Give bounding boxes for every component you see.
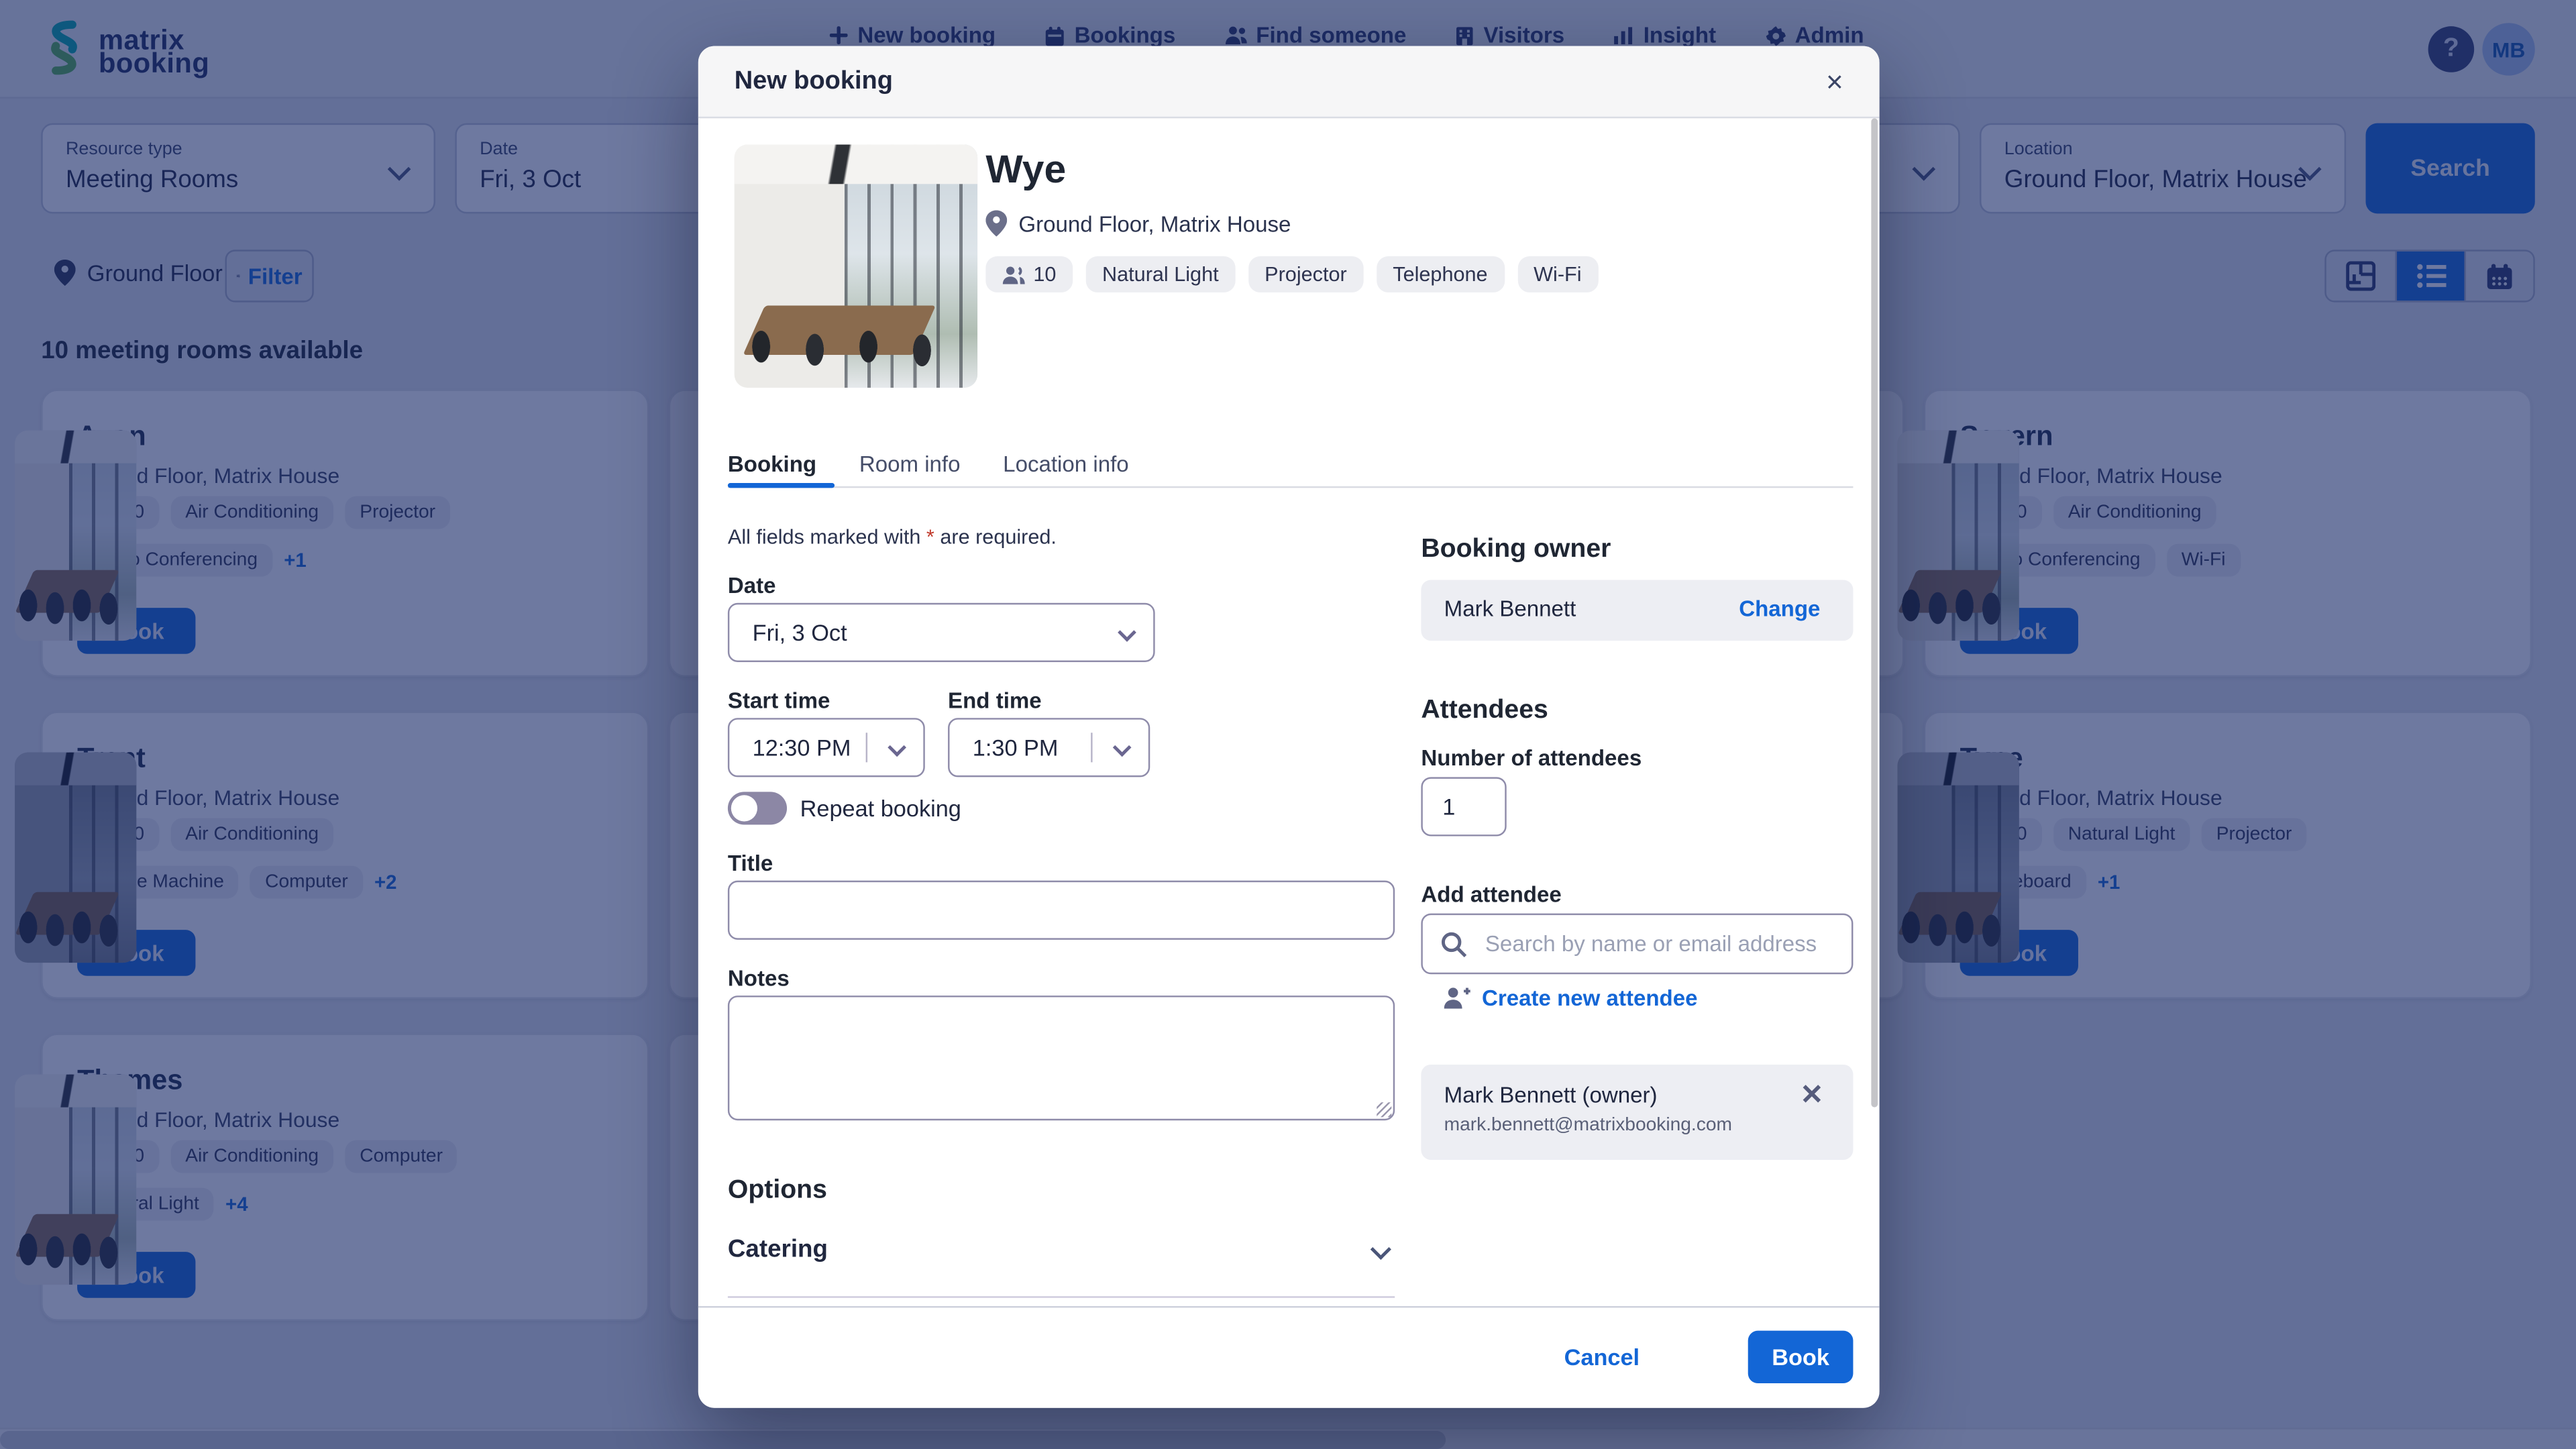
options-heading: Options: [728, 1176, 827, 1205]
notes-field-label: Notes: [728, 966, 790, 991]
modal-title: New booking: [735, 67, 893, 97]
modal-scrollbar-thumb[interactable]: [1871, 118, 1878, 1107]
repeat-booking-label: Repeat booking: [800, 795, 961, 821]
create-new-attendee-button[interactable]: Create new attendee: [1434, 984, 1707, 1012]
modal-header: New booking ×: [698, 46, 1880, 119]
room-tags: 10 Natural Light Projector Telephone Wi-Fi: [985, 256, 1598, 292]
end-time-label: End time: [948, 688, 1042, 713]
room-photo: [735, 145, 977, 388]
tab-location-info[interactable]: Location info: [1003, 451, 1129, 499]
add-attendee-label: Add attendee: [1421, 882, 1561, 907]
repeat-booking-toggle[interactable]: [728, 792, 787, 824]
search-icon: [1441, 932, 1467, 958]
end-time-value: 1:30 PM: [973, 735, 1059, 761]
capacity-pill: 10: [985, 256, 1073, 292]
change-owner-button[interactable]: Change: [1729, 595, 1831, 623]
remove-attendee-icon[interactable]: ✕: [1790, 1078, 1833, 1114]
booking-owner-card: Mark Bennett Change: [1421, 580, 1853, 641]
chevron-down-icon: [1113, 738, 1132, 757]
attendee-search-input[interactable]: [1482, 915, 1841, 973]
attendees-heading: Attendees: [1421, 696, 1548, 726]
amenity-pill: Wi-Fi: [1517, 256, 1598, 292]
tab-room-info[interactable]: Room info: [859, 451, 961, 499]
pin-icon: [985, 210, 1007, 236]
owner-name: Mark Bennett: [1444, 596, 1576, 621]
room-location: Ground Floor, Matrix House: [985, 210, 1291, 236]
date-field-label: Date: [728, 574, 776, 598]
attendee-email: mark.bennett@matrixbooking.com: [1444, 1116, 1732, 1135]
attendee-name: Mark Bennett (owner): [1444, 1083, 1658, 1108]
chevron-down-icon: [1118, 623, 1136, 642]
modal-footer: Cancel Book: [698, 1306, 1880, 1408]
date-select-value: Fri, 3 Oct: [753, 619, 847, 645]
close-icon[interactable]: ×: [1816, 61, 1853, 104]
modal-tabs: Booking Room info Location info: [728, 451, 1129, 499]
toggle-knob: [731, 795, 757, 821]
select-divider: [1091, 733, 1092, 762]
title-field-label: Title: [728, 851, 773, 876]
amenity-pill: Natural Light: [1086, 256, 1236, 292]
cancel-button[interactable]: Cancel: [1554, 1342, 1650, 1372]
room-location-text: Ground Floor, Matrix House: [1018, 211, 1291, 236]
people-icon: [1002, 266, 1025, 284]
notes-textarea[interactable]: [728, 996, 1395, 1120]
person-plus-icon: [1444, 987, 1470, 1009]
start-time-label: Start time: [728, 688, 830, 713]
title-input[interactable]: [728, 881, 1395, 940]
tab-divider: [728, 486, 1854, 488]
tab-booking[interactable]: Booking: [728, 451, 816, 499]
attendee-card: Mark Bennett (owner) mark.bennett@matrix…: [1421, 1065, 1853, 1160]
new-booking-modal: New booking × Wye Ground Floor, Matrix H…: [698, 46, 1880, 1408]
number-of-attendees-input[interactable]: [1421, 777, 1506, 836]
catering-accordion[interactable]: Catering: [728, 1232, 1395, 1272]
catering-label: Catering: [728, 1236, 828, 1264]
amenity-pill: Projector: [1248, 256, 1364, 292]
chevron-down-icon: [888, 738, 906, 757]
amenity-pill: Telephone: [1377, 256, 1504, 292]
book-button[interactable]: Book: [1748, 1331, 1854, 1383]
start-time-value: 12:30 PM: [753, 735, 851, 761]
chevron-down-icon: [1371, 1239, 1391, 1260]
required-note: All fields marked with * are required.: [728, 526, 1057, 549]
room-name: Wye: [985, 148, 1066, 194]
active-tab-underline: [728, 483, 835, 488]
create-new-attendee-label: Create new attendee: [1482, 985, 1698, 1010]
select-divider: [866, 733, 867, 762]
start-time-select[interactable]: 12:30 PM: [728, 718, 925, 777]
booking-owner-heading: Booking owner: [1421, 535, 1611, 565]
date-select[interactable]: Fri, 3 Oct: [728, 603, 1155, 662]
resize-grip-icon[interactable]: [1377, 1102, 1391, 1117]
attendee-search-field: [1421, 914, 1853, 975]
section-divider: [728, 1296, 1395, 1297]
end-time-select[interactable]: 1:30 PM: [948, 718, 1150, 777]
matrix-booking-app: matrixbooking New bookingBookingsFind so…: [0, 0, 2576, 1449]
number-of-attendees-label: Number of attendees: [1421, 746, 1642, 771]
